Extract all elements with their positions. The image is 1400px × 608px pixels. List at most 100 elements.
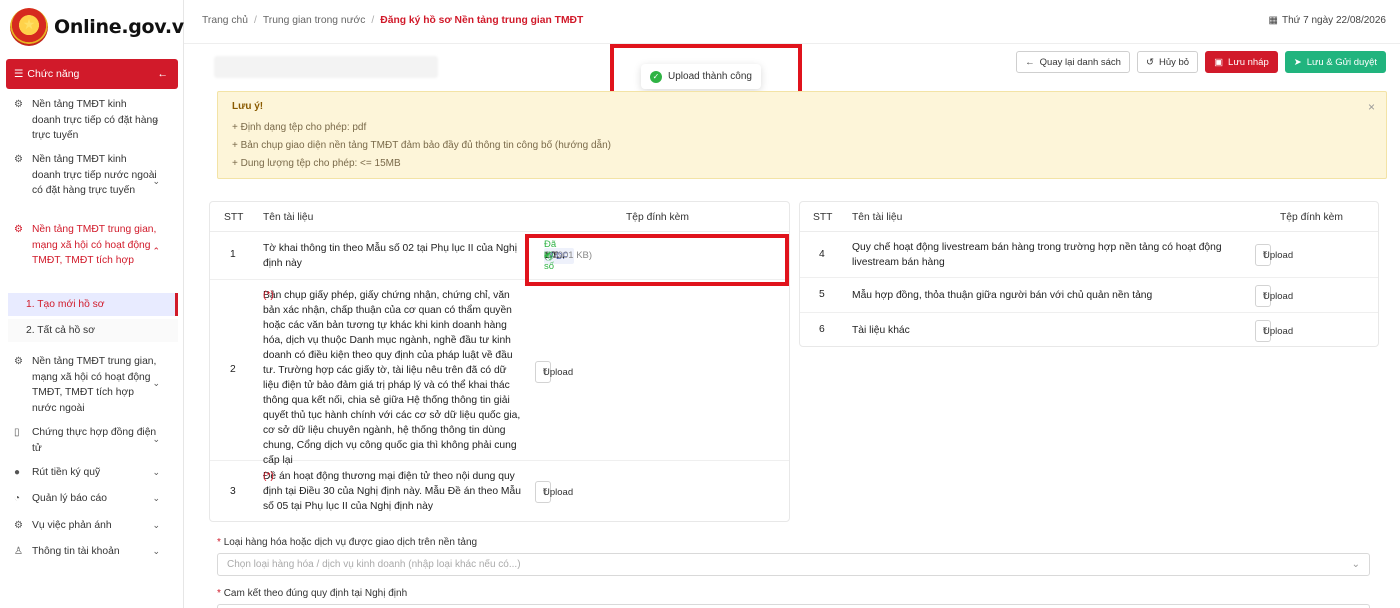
save-icon: ▣	[1214, 56, 1224, 68]
user-icon: ♙	[14, 546, 23, 557]
chevron-up-icon: ⌃	[152, 246, 160, 256]
gear-icon: ⚙	[14, 356, 23, 367]
row-document-name: Quy chế hoạt động livestream bán hàng tr…	[852, 242, 1222, 268]
sidebar-subitem-create[interactable]: 1. Tạo mới hồ sơ	[8, 293, 178, 316]
page-title-blurred	[214, 56, 438, 78]
sidebar-item-label: Nền tảng TMĐT trung gian, mạng xã hội có…	[32, 224, 157, 266]
highlight-box-file	[525, 234, 789, 286]
gear-icon: ⚙	[14, 224, 23, 235]
label-text: Cam kết theo đúng quy định tại Nghị định	[223, 588, 408, 599]
sidebar-item-contract-auth[interactable]: ▯ Chứng thực hợp đồng điện tử ⌄	[0, 425, 178, 456]
brand-name: Online.gov.vn	[54, 16, 198, 38]
sidebar-item-withdraw-deposit[interactable]: ● Rút tiền ký quỹ ⌄	[0, 465, 178, 481]
sidebar-item-label: Vụ việc phản ánh	[32, 520, 112, 531]
row-stt: 2	[230, 364, 236, 375]
required-mark: (*)	[263, 471, 274, 482]
breadcrumb-domestic[interactable]: Trung gian trong nước	[263, 15, 366, 26]
date-text: Thứ 7 ngày 22/08/2026	[1282, 15, 1386, 26]
button-label: Lưu & Gửi duyệt	[1306, 56, 1377, 68]
sidebar-subitem-all[interactable]: 2. Tất cả hồ sơ	[8, 319, 178, 342]
breadcrumb-home[interactable]: Trang chủ	[202, 15, 248, 26]
sidebar-item-complaints[interactable]: ⚙ Vụ việc phản ánh ⌄	[0, 518, 178, 534]
button-label: Quay lại danh sách	[1039, 56, 1121, 68]
sidebar-item-label: Rút tiền ký quỹ	[32, 467, 101, 478]
row-document-name: Tờ khai thông tin theo Mẫu số 02 tại Phụ…	[263, 243, 518, 269]
upload-button[interactable]: ⤒ Upload	[535, 481, 573, 503]
table-row: 2 Bản chụp giấy phép, giấy chứng nhận, c…	[210, 280, 789, 466]
table-row: 6 Tài liệu khác ⤒ Upload	[800, 313, 1378, 347]
header-stt: STT	[813, 212, 833, 223]
chevron-down-icon: ⌄	[152, 378, 160, 388]
table-header: STT Tên tài liệu Tệp đính kèm	[800, 202, 1378, 232]
cancel-button[interactable]: ↺ Hủy bỏ	[1136, 51, 1199, 73]
chevron-down-icon: ⌄	[152, 493, 160, 503]
sidebar: Online.gov.vn ☰Chức năng ← ⚙ Nền tảng TM…	[0, 0, 197, 608]
row-document-name: Mẫu hợp đồng, thỏa thuận giữa người bán …	[852, 290, 1153, 301]
documents-table-right: STT Tên tài liệu Tệp đính kèm 4 Quy chế …	[799, 201, 1379, 347]
sidebar-item-foreign-intermediary[interactable]: ⚙ Nền tảng TMĐT trung gian, mạng xã hội …	[0, 354, 178, 416]
breadcrumb-separator: /	[253, 15, 257, 26]
date-display: ▦ Thứ 7 ngày 22/08/2026	[1269, 15, 1386, 26]
header-name: Tên tài liệu	[263, 212, 314, 223]
gear-icon: ⚙	[14, 520, 23, 531]
breadcrumb-current: Đăng ký hồ sơ Nền tảng trung gian TMĐT	[380, 15, 584, 26]
main-content: ← Quay lại danh sách ↺ Hủy bỏ ▣ Lưu nháp ➤ L…	[184, 44, 1400, 608]
row-stt: 5	[819, 289, 825, 300]
table-row: 4 Quy chế hoạt động livestream bán hàng …	[800, 232, 1378, 278]
sidebar-item-label: Quản lý báo cáo	[32, 493, 107, 504]
logo[interactable]: Online.gov.vn	[10, 8, 197, 46]
goods-select[interactable]: Chọn loại hàng hóa / dịch vụ kinh doanh …	[217, 553, 1370, 576]
national-emblem-icon	[10, 8, 48, 46]
sidebar-item-foreign-direct-platform[interactable]: ⚙ Nền tảng TMĐT kinh doanh trực tiếp nướ…	[0, 152, 178, 199]
undo-icon: ↺	[1145, 56, 1154, 68]
menu-header[interactable]: ☰ Chức năng ←	[6, 59, 178, 89]
sidebar-item-label: Nền tảng TMĐT trung gian, mạng xã hội có…	[32, 356, 157, 414]
note-box: Lưu ý! + Định dạng tệp cho phép: pdf + B…	[217, 91, 1387, 179]
upload-label: Upload	[1263, 249, 1294, 261]
button-label: Hủy bỏ	[1158, 56, 1190, 68]
dashboard-icon: ◔	[14, 493, 21, 504]
commit-field-label: * Cam kết theo đúng quy định tại Nghị đị…	[217, 588, 407, 599]
note-line: + Định dạng tệp cho phép: pdf	[232, 122, 367, 133]
header-file: Tệp đính kèm	[626, 212, 689, 223]
document-icon: ▯	[14, 427, 20, 438]
header-stt: STT	[224, 212, 244, 223]
collapse-arrow-icon[interactable]: ←	[158, 68, 169, 80]
row-stt: 3	[230, 486, 236, 497]
select-placeholder: Chọn loại hàng hóa / dịch vụ kinh doanh …	[227, 559, 521, 570]
upload-button[interactable]: ⤒ Upload	[1255, 244, 1293, 266]
close-icon[interactable]: ×	[1368, 100, 1375, 114]
required-star: *	[217, 588, 221, 599]
sidebar-item-direct-platform[interactable]: ⚙ Nền tảng TMĐT kinh doanh trực tiếp có …	[0, 97, 178, 144]
required-mark: (*)	[263, 290, 274, 301]
sidebar-item-intermediary-platform[interactable]: ⚙ Nền tảng TMĐT trung gian, mạng xã hội …	[0, 222, 178, 269]
goods-field-label: * Loại hàng hóa hoặc dịch vụ được giao d…	[217, 537, 477, 548]
breadcrumb: Trang chủ / Trung gian trong nước / Đăng…	[202, 15, 583, 26]
required-star: *	[217, 537, 221, 548]
upload-button[interactable]: ⤒ Upload	[535, 361, 573, 383]
chevron-down-icon: ⌄	[152, 467, 160, 477]
header-file: Tệp đính kèm	[1280, 212, 1343, 223]
table-row: 3 Đề án hoạt động thương mại điện tử the…	[210, 461, 789, 523]
sidebar-item-account[interactable]: ♙ Thông tin tài khoản ⌄	[0, 544, 178, 560]
sidebar-item-reports[interactable]: ◔ Quản lý báo cáo ⌄	[0, 491, 178, 507]
upload-button[interactable]: ⤒ Upload	[1255, 320, 1293, 342]
row-stt: 6	[819, 324, 825, 335]
sidebar-item-label: Thông tin tài khoản	[32, 546, 120, 557]
commit-field[interactable]	[217, 604, 1370, 608]
arrow-left-icon: ←	[1025, 56, 1035, 68]
action-bar: ← Quay lại danh sách ↺ Hủy bỏ ▣ Lưu nháp ➤ L…	[1016, 51, 1386, 73]
save-submit-button[interactable]: ➤ Lưu & Gửi duyệt	[1284, 51, 1386, 73]
sidebar-subitem-label: 2. Tất cả hồ sơ	[26, 325, 95, 336]
upload-label: Upload	[1263, 325, 1294, 337]
chevron-down-icon: ⌄	[152, 546, 160, 556]
back-to-list-button[interactable]: ← Quay lại danh sách	[1016, 51, 1130, 73]
breadcrumb-separator: /	[371, 15, 375, 26]
chevron-down-icon: ⌄	[152, 434, 160, 444]
upload-label: Upload	[543, 486, 574, 498]
save-draft-button[interactable]: ▣ Lưu nháp	[1205, 51, 1278, 73]
upload-button[interactable]: ⤒ Upload	[1255, 285, 1293, 307]
document-text: Bản chụp giấy phép, giấy chứng nhận, chứ…	[263, 290, 521, 466]
upload-label: Upload	[543, 366, 574, 378]
table-row: 5 Mẫu hợp đồng, thỏa thuận giữa người bá…	[800, 278, 1378, 313]
